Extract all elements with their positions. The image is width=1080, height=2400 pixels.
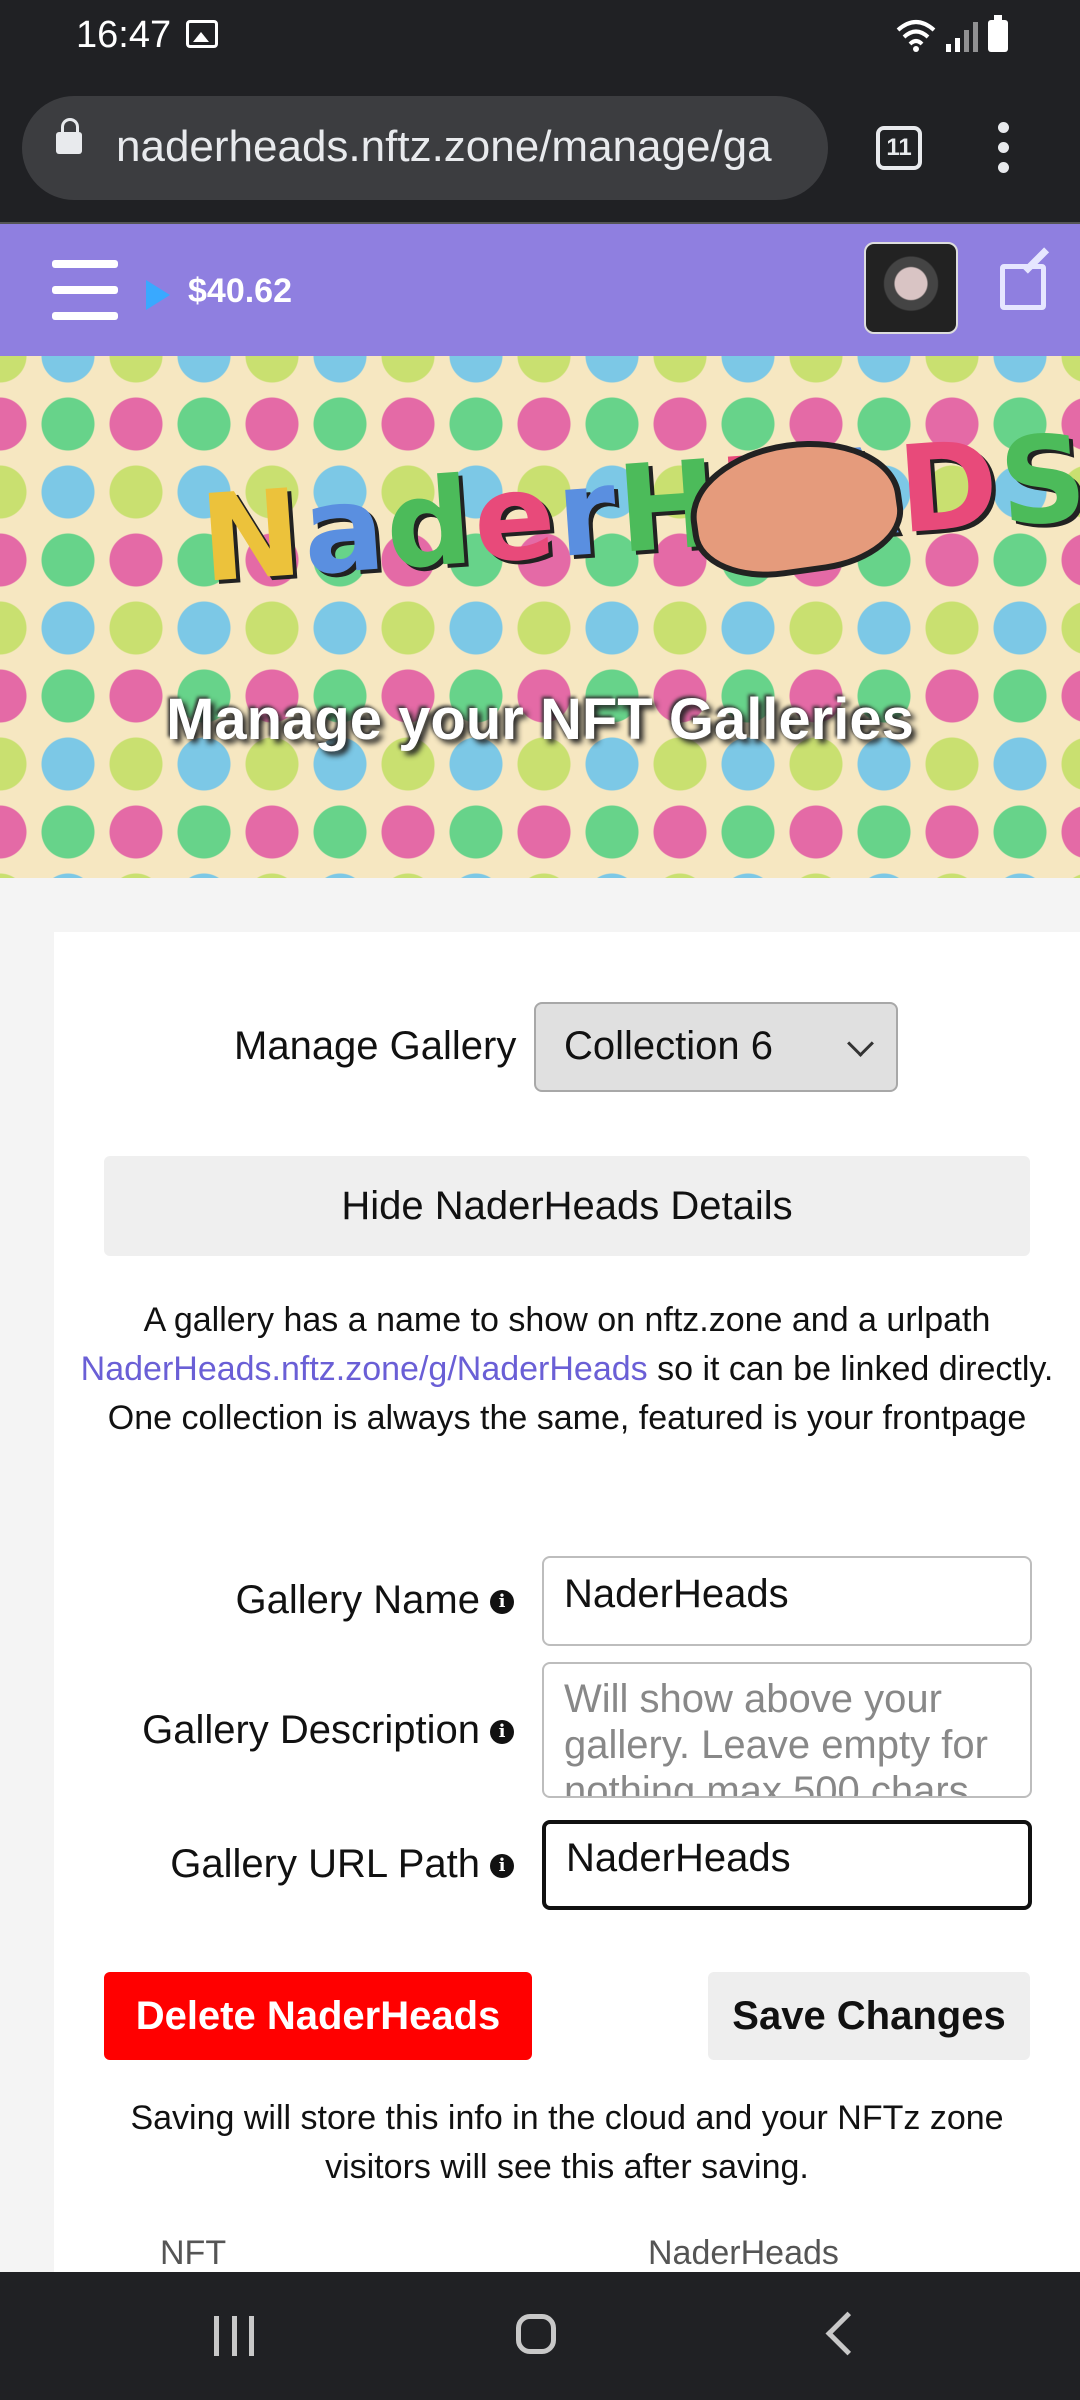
- gallery-select[interactable]: Collection 6: [534, 1002, 898, 1092]
- info-line-1: A gallery has a name to show on nftz.zon…: [143, 1301, 991, 1339]
- external-link-icon[interactable]: [1000, 264, 1046, 310]
- status-time: 16:47: [76, 14, 172, 56]
- info-line-2: so it can be linked directly.: [647, 1350, 1054, 1388]
- wallet-balance[interactable]: $40.62: [188, 272, 292, 311]
- info-icon[interactable]: i: [490, 1720, 514, 1745]
- hide-details-button[interactable]: Hide NaderHeads Details: [104, 1156, 1030, 1256]
- image-notification-icon: [186, 20, 218, 48]
- avatar[interactable]: [864, 242, 958, 334]
- site-header: $40.62: [0, 222, 1080, 356]
- tab-switcher-button[interactable]: 11: [876, 126, 922, 170]
- lock-icon: [56, 118, 82, 154]
- browser-toolbar: naderheads.nftz.zone/manage/ga 11: [0, 76, 1080, 222]
- back-icon[interactable]: [825, 2311, 870, 2356]
- url-text[interactable]: naderheads.nftz.zone/manage/ga: [116, 122, 816, 172]
- gallery-url-link[interactable]: NaderHeads.nftz.zone/g/NaderHeads: [81, 1350, 648, 1388]
- delete-gallery-button[interactable]: Delete NaderHeads: [104, 1972, 532, 2060]
- recent-apps-icon[interactable]: [214, 2316, 254, 2356]
- gallery-url-label: Gallery URL Path i: [170, 1842, 514, 1887]
- gallery-name-label: Gallery Name i: [235, 1578, 514, 1623]
- page-title: Manage your NFT Galleries: [166, 687, 914, 752]
- gallery-url-row: Gallery URL Path i NaderHeads: [54, 1820, 1080, 1910]
- info-icon[interactable]: i: [490, 1590, 514, 1615]
- manage-gallery-row: Manage Gallery Collection 6: [54, 1002, 1080, 1094]
- gallery-description-row: Gallery Description i Will show above you…: [54, 1662, 1080, 1798]
- save-note: Saving will store this info in the cloud…: [130, 2099, 1004, 2186]
- more-menu-icon[interactable]: [998, 122, 1010, 174]
- naderheads-logo: NaderHEADS: [196, 409, 1080, 610]
- info-line-3: One collection is always the same, featu…: [107, 1399, 1027, 1437]
- gallery-info-text: A gallery has a name to show on nftz.zon…: [74, 1296, 1060, 1443]
- hamburger-menu-icon[interactable]: [52, 260, 118, 324]
- gallery-name-row: Gallery Name i NaderHeads: [54, 1556, 1080, 1646]
- gallery-select-value: Collection 6: [564, 1024, 774, 1068]
- chevron-down-icon: [847, 1030, 874, 1057]
- table-cell-label: NFT: [160, 2234, 227, 2272]
- hero-banner: NaderHEADS Manage your NFT Galleries: [0, 356, 1080, 878]
- wifi-icon: [896, 20, 936, 52]
- status-icons: [896, 15, 1008, 52]
- status-bar: 16:47: [0, 0, 1080, 76]
- table-cell-value: NaderHeads: [648, 2234, 839, 2272]
- home-icon[interactable]: [516, 2314, 556, 2354]
- battery-icon: [988, 15, 1008, 52]
- address-bar[interactable]: naderheads.nftz.zone/manage/ga: [22, 96, 828, 200]
- gallery-url-field[interactable]: NaderHeads: [542, 1820, 1032, 1910]
- save-changes-button[interactable]: Save Changes: [708, 1972, 1030, 2060]
- wallet-arrow-icon: [146, 280, 170, 310]
- gallery-description-field[interactable]: Will show above your gallery. Leave empt…: [542, 1662, 1032, 1798]
- manage-gallery-card: Manage Gallery Collection 6 Hide NaderHe…: [54, 932, 1080, 2272]
- gallery-name-field[interactable]: NaderHeads: [542, 1556, 1032, 1646]
- system-navigation-bar: [0, 2272, 1080, 2400]
- info-icon[interactable]: i: [490, 1854, 514, 1879]
- manage-gallery-label: Manage Gallery: [234, 1024, 517, 1068]
- signal-icon: [946, 20, 978, 52]
- gallery-description-label: Gallery Description i: [142, 1708, 514, 1753]
